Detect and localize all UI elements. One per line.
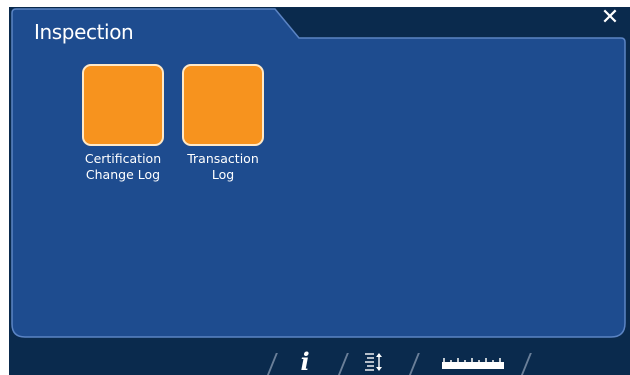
tile-transaction-log[interactable]: Transaction Log bbox=[173, 64, 273, 183]
close-icon: ✕ bbox=[600, 7, 620, 30]
toolbar-separator bbox=[266, 353, 278, 375]
toolbar-separator bbox=[520, 353, 532, 375]
toolbar-separator bbox=[337, 353, 349, 375]
sort-lines-icon[interactable] bbox=[364, 350, 384, 374]
panel-title: Inspection bbox=[34, 20, 134, 44]
bottom-toolbar: i bbox=[9, 347, 630, 375]
certification-change-log-icon bbox=[82, 64, 164, 146]
app-screen: Inspection ✕ Certification Change Log Tr… bbox=[9, 7, 630, 375]
transaction-log-icon bbox=[182, 64, 264, 146]
tile-certification-change-log[interactable]: Certification Change Log bbox=[73, 64, 173, 183]
ruler-icon[interactable] bbox=[441, 350, 505, 374]
tile-label: Certification Change Log bbox=[84, 151, 162, 182]
close-button[interactable]: ✕ bbox=[598, 7, 622, 29]
tile-label: Transaction Log bbox=[187, 151, 259, 182]
toolbar-separator bbox=[408, 353, 420, 375]
info-icon[interactable]: i bbox=[298, 350, 312, 374]
